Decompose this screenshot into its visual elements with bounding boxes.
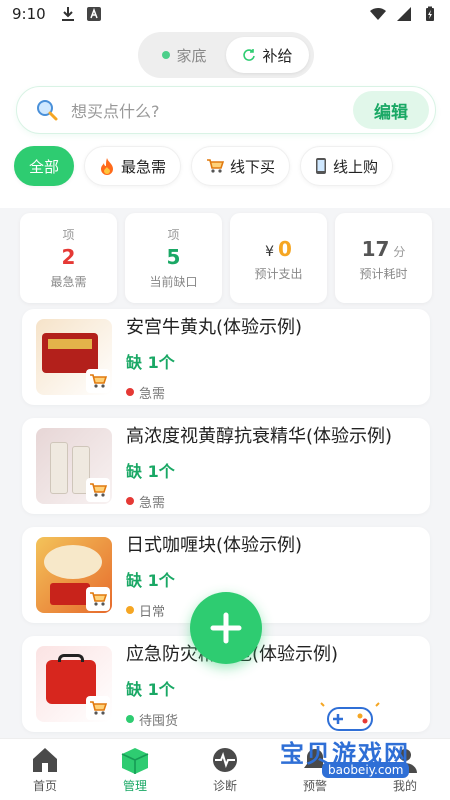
segment-home-label: 家底 bbox=[176, 46, 207, 65]
item-title: 日式咖喱块(体验示例) bbox=[126, 534, 303, 556]
product-image bbox=[36, 319, 112, 395]
stat-gap[interactable]: 项 5 当前缺口 bbox=[125, 213, 222, 303]
filter-all[interactable]: 全部 bbox=[14, 146, 75, 186]
item-tag: 急需 bbox=[126, 492, 420, 511]
product-image bbox=[36, 428, 112, 504]
refresh-icon bbox=[243, 49, 256, 61]
filter-chips: 全部 最急需 线下买 线上购 bbox=[14, 146, 394, 186]
stat-unit: 项 bbox=[167, 228, 180, 242]
shopping-cart-icon bbox=[207, 159, 225, 173]
product-image bbox=[36, 537, 112, 613]
cart-icon[interactable] bbox=[86, 478, 110, 502]
item-tag-label: 待囤货 bbox=[139, 713, 179, 729]
wifi-icon bbox=[370, 7, 386, 20]
signal-icon bbox=[397, 7, 411, 21]
stat-urgent[interactable]: 项 2 最急需 bbox=[20, 213, 117, 303]
item-need: 缺 1个 bbox=[126, 570, 175, 590]
watermark: 宝贝游戏网 baobeiy.com bbox=[270, 700, 446, 780]
gamepad-logo-icon bbox=[320, 702, 380, 731]
status-bar: 9:10 bbox=[0, 0, 450, 28]
tab-manage[interactable]: 管理 bbox=[90, 739, 180, 800]
tag-dot-icon bbox=[126, 497, 134, 505]
item-need: 缺 1个 bbox=[126, 352, 175, 372]
filter-offline[interactable]: 线下买 bbox=[191, 146, 291, 186]
stat-label: 预计耗时 bbox=[359, 266, 408, 281]
download-icon bbox=[61, 7, 74, 21]
tab-diagnose-label: 诊断 bbox=[212, 778, 237, 793]
product-image bbox=[36, 646, 112, 722]
cart-icon[interactable] bbox=[86, 369, 110, 393]
tab-manage-label: 管理 bbox=[122, 778, 147, 793]
item-tag-label: 日常 bbox=[139, 604, 166, 620]
item-title: 高浓度视黄醇抗衰精华(体验示例) bbox=[126, 425, 393, 447]
stat-prefix: ¥ bbox=[265, 243, 274, 260]
top-area: 家底 补给 想买点什么? 编辑 全部 最急需 线下买 线上购 bbox=[0, 28, 450, 208]
filter-offline-label: 线下买 bbox=[230, 157, 276, 176]
home-icon bbox=[33, 747, 57, 772]
filter-all-label: 全部 bbox=[29, 157, 60, 176]
stat-suffix: 分 bbox=[393, 244, 406, 259]
stat-value: 2 bbox=[61, 245, 76, 269]
stat-time[interactable]: 17 分 预计耗时 bbox=[335, 213, 432, 303]
stat-label: 当前缺口 bbox=[149, 275, 198, 289]
box-icon bbox=[121, 747, 149, 774]
tab-home-label: 首页 bbox=[32, 778, 57, 793]
add-item-button[interactable] bbox=[190, 592, 262, 664]
item-need: 缺 1个 bbox=[126, 679, 175, 699]
item-tag: 日常 bbox=[126, 601, 420, 620]
fire-icon bbox=[101, 158, 114, 175]
stat-cost[interactable]: ¥ 0 预计支出 bbox=[230, 213, 327, 303]
segment-replenish-label: 补给 bbox=[262, 46, 293, 65]
pulse-icon bbox=[213, 747, 237, 772]
tag-dot-icon bbox=[126, 388, 134, 396]
stat-value: 17 bbox=[361, 236, 390, 261]
watermark-url: baobeiy.com bbox=[322, 762, 410, 778]
battery-icon bbox=[426, 6, 434, 21]
filter-urgent[interactable]: 最急需 bbox=[84, 146, 182, 186]
stat-value: 0 bbox=[278, 236, 292, 261]
status-time: 9:10 bbox=[12, 5, 46, 23]
tag-dot-icon bbox=[126, 606, 134, 614]
item-tag-label: 急需 bbox=[139, 495, 166, 511]
stat-unit: 项 bbox=[62, 228, 75, 242]
search-icon bbox=[37, 100, 58, 121]
search-input[interactable]: 想买点什么? bbox=[71, 98, 353, 122]
cart-icon[interactable] bbox=[86, 587, 110, 611]
tab-home[interactable]: 首页 bbox=[0, 739, 90, 800]
filter-urgent-label: 最急需 bbox=[121, 157, 167, 176]
segment-replenish[interactable]: 补给 bbox=[226, 37, 309, 73]
item-list: 安宫牛黄丸(体验示例) 缺 1个 急需 高浓度视黄醇抗衰精华(体验示例) 缺 1… bbox=[22, 309, 430, 745]
item-tag: 急需 bbox=[126, 383, 420, 402]
summary-stats: 项 2 最急需 项 5 当前缺口 ¥ 0 预计支出 17 分 预计耗时 bbox=[20, 213, 432, 303]
list-item[interactable]: 高浓度视黄醇抗衰精华(体验示例) 缺 1个 急需 bbox=[22, 418, 430, 514]
tag-dot-icon bbox=[126, 715, 134, 723]
segment-home[interactable]: 家底 bbox=[143, 37, 226, 73]
plus-icon bbox=[210, 612, 242, 644]
stat-label: 预计支出 bbox=[254, 266, 303, 281]
stat-value: 5 bbox=[166, 245, 181, 269]
item-title: 应急防灾精华包(体验示例) bbox=[126, 640, 420, 666]
filter-online[interactable]: 线上购 bbox=[300, 146, 394, 186]
mode-switch: 家底 补给 bbox=[138, 32, 314, 78]
item-need: 缺 1个 bbox=[126, 461, 175, 481]
home-dot-icon bbox=[162, 51, 171, 59]
item-tag-label: 急需 bbox=[139, 386, 166, 402]
edit-button[interactable]: 编辑 bbox=[353, 91, 429, 129]
list-item[interactable]: 安宫牛黄丸(体验示例) 缺 1个 急需 bbox=[22, 309, 430, 405]
stat-label: 最急需 bbox=[50, 275, 87, 289]
tab-diagnose[interactable]: 诊断 bbox=[180, 739, 270, 800]
phone-icon bbox=[316, 158, 327, 174]
app-notification-icon bbox=[86, 7, 101, 21]
cart-icon[interactable] bbox=[86, 696, 110, 720]
search-bar[interactable]: 想买点什么? 编辑 bbox=[16, 86, 436, 134]
item-title: 安宫牛黄丸(体验示例) bbox=[126, 316, 303, 338]
filter-online-label: 线上购 bbox=[333, 157, 379, 176]
